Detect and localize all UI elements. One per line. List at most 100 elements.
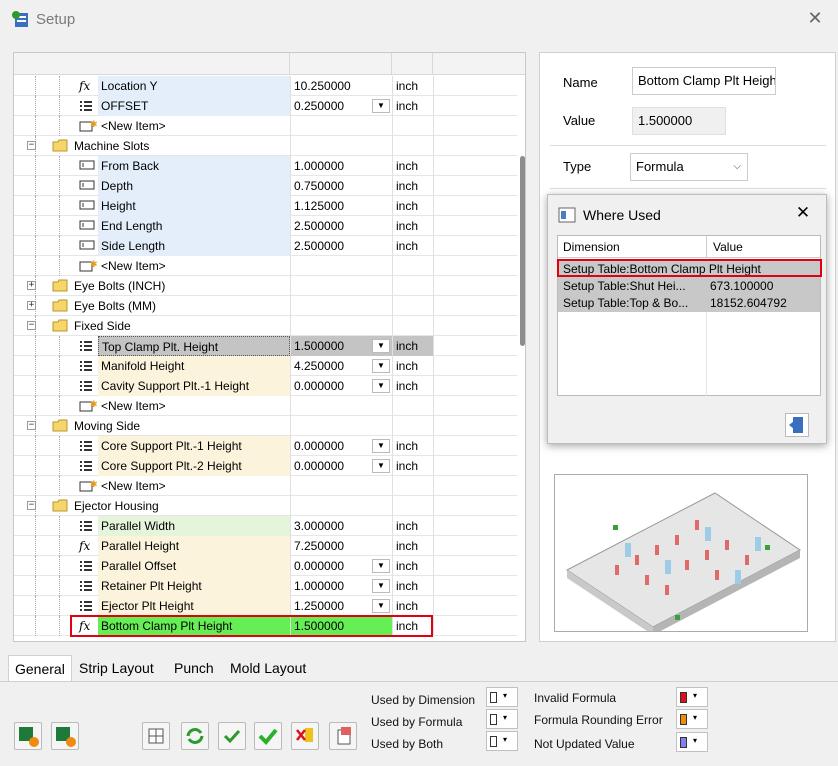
where-used-row[interactable]: Setup Table:Top & Bo... 18152.604792 [558,295,820,312]
tree-row[interactable]: fx Location Y 10.250000 inch [14,76,517,96]
used-by-dimension-color-picker[interactable]: ▾ [486,687,518,707]
tree-row-value[interactable]: 1.125000 [290,196,392,216]
tree-row[interactable]: End Length 2.500000 inch [14,216,517,236]
tree-row-name: <New Item> [101,479,166,493]
bottom-toolbar: Used by Dimension ▾ Used by Formula ▾ Us… [0,681,838,766]
where-used-row[interactable]: Setup Table:Shut Hei... 673.100000 [558,278,820,295]
check-back-icon[interactable] [218,722,246,750]
tree-line [35,476,36,496]
tree-row-value[interactable]: 2.500000 [290,216,392,236]
invalid-formula-color-picker[interactable]: ▾ [676,687,708,707]
tree-row[interactable]: From Back 1.000000 inch [14,156,517,176]
layout-icon[interactable] [142,722,170,750]
tree-row-value[interactable]: 1.000000 [290,156,392,176]
tree-scrollbar-thumb[interactable] [520,156,525,346]
tree-row-value[interactable]: 7.250000 [290,536,392,556]
tree-line [59,116,60,136]
tree-row-name: <New Item> [101,259,166,273]
used-by-formula-color-picker[interactable]: ▾ [486,709,518,729]
refresh-icon[interactable] [181,722,209,750]
dropdown-arrow-icon[interactable]: ▼ [372,359,390,373]
clipboard-icon[interactable] [329,722,357,750]
dropdown-arrow-icon[interactable]: ▼ [372,459,390,473]
tree-row[interactable]: Parallel Offset 0.000000 ▼ inch [14,556,517,576]
setup-app-icon [12,11,28,27]
tree-row[interactable]: − Ejector Housing [14,496,517,516]
tree-row[interactable]: Top Clamp Plt. Height 1.500000 ▼ inch [14,336,517,356]
collapse-icon[interactable]: − [27,321,36,330]
expand-icon[interactable]: + [27,301,36,310]
tree-row[interactable]: Ejector Plt Height 1.250000 ▼ inch [14,596,517,616]
mold-plate-illustration [566,492,801,635]
dropdown-arrow-icon[interactable]: ▼ [372,599,390,613]
name-field[interactable]: Bottom Clamp Plt Height [632,67,776,95]
tree-row[interactable]: OFFSET 0.250000 ▼ inch [14,96,517,116]
tree-row[interactable]: − Fixed Side [14,316,517,336]
excel-export-2-icon[interactable] [51,722,79,750]
tree-row-value[interactable]: 3.000000 [290,516,392,536]
excel-export-1-icon[interactable] [14,722,42,750]
type-select[interactable]: Formula ⌵ [630,153,748,181]
tree-row[interactable]: ✱ <New Item> [14,476,517,496]
tree-line [35,456,36,476]
setup-tree-grid[interactable]: fx Location Y 10.250000 inch OFFSET 0.250000 ▼… [13,52,526,642]
formula-rounding-error-color-picker[interactable]: ▾ [676,709,708,729]
tree-row[interactable]: Parallel Width 3.000000 inch [14,516,517,536]
grid-line [433,396,434,416]
expand-icon[interactable]: + [27,281,36,290]
tree-row[interactable]: Cavity Support Plt.-1 Height 0.000000 ▼ inc… [14,376,517,396]
not-updated-value-label: Not Updated Value [534,737,635,751]
tree-row[interactable]: Retainer Plt Height 1.000000 ▼ inch [14,576,517,596]
used-by-both-color-picker[interactable]: ▾ [486,731,518,751]
tree-line [35,616,36,636]
grid-line [433,176,434,196]
dropdown-arrow-icon[interactable]: ▼ [372,559,390,573]
collapse-icon[interactable]: − [27,501,36,510]
tree-row-unit [392,396,433,416]
exit-door-icon[interactable] [785,413,809,437]
tree-row[interactable]: ✱ <New Item> [14,256,517,276]
tree-row-name: End Length [98,216,290,236]
collapse-icon[interactable]: − [27,421,36,430]
tree-line [59,236,60,256]
tree-row[interactable]: + Eye Bolts (INCH) [14,276,517,296]
tab-general[interactable]: General [8,655,72,681]
tree-row[interactable]: ✱ <New Item> [14,116,517,136]
where-used-dimension: Setup Table:Top & Bo... [563,296,689,310]
close-icon[interactable]: ✕ [803,6,827,30]
tab-strip-layout[interactable]: Strip Layout [73,655,160,681]
tree-row[interactable]: Height 1.125000 inch [14,196,517,216]
tree-row-value[interactable]: 0.750000 [290,176,392,196]
tab-mold-layout[interactable]: Mold Layout [224,655,312,681]
tree-row[interactable]: − Moving Side [14,416,517,436]
tree-row[interactable]: Core Support Plt.-2 Height 0.000000 ▼ inch [14,456,517,476]
dropdown-arrow-icon[interactable]: ▼ [372,439,390,453]
tree-scrollbar[interactable] [517,76,525,641]
check-icon[interactable] [254,722,282,750]
tree-row[interactable]: fx Parallel Height 7.250000 inch [14,536,517,556]
tree-row[interactable]: ✱ <New Item> [14,396,517,416]
tree-row-value[interactable]: 10.250000 [290,76,392,96]
grid-line [433,76,434,96]
close-icon[interactable]: ✕ [793,203,813,223]
dropdown-arrow-icon[interactable]: ▼ [372,379,390,393]
tree-row-value[interactable]: 2.500000 [290,236,392,256]
divider [550,188,826,189]
not-updated-value-color-picker[interactable]: ▾ [676,732,708,752]
dropdown-arrow-icon[interactable]: ▼ [372,99,390,113]
tree-row[interactable]: Core Support Plt.-1 Height 0.000000 ▼ inch [14,436,517,456]
tree-row-value [290,316,392,336]
tree-row-name: Core Support Plt.-2 Height [98,456,290,476]
dropdown-arrow-icon[interactable]: ▼ [372,339,390,353]
tree-row[interactable]: Manifold Height 4.250000 ▼ inch [14,356,517,376]
tree-row-name: Cavity Support Plt.-1 Height [98,376,290,396]
collapse-icon[interactable]: − [27,141,36,150]
tree-row[interactable]: Side Length 2.500000 inch [14,236,517,256]
tree-row[interactable]: Depth 0.750000 inch [14,176,517,196]
tree-row[interactable]: − Machine Slots [14,136,517,156]
used-by-formula-label: Used by Formula [371,715,463,729]
tab-punch[interactable]: Punch [168,655,220,681]
dropdown-arrow-icon[interactable]: ▼ [372,579,390,593]
delete-icon[interactable] [291,722,319,750]
tree-row[interactable]: + Eye Bolts (MM) [14,296,517,316]
